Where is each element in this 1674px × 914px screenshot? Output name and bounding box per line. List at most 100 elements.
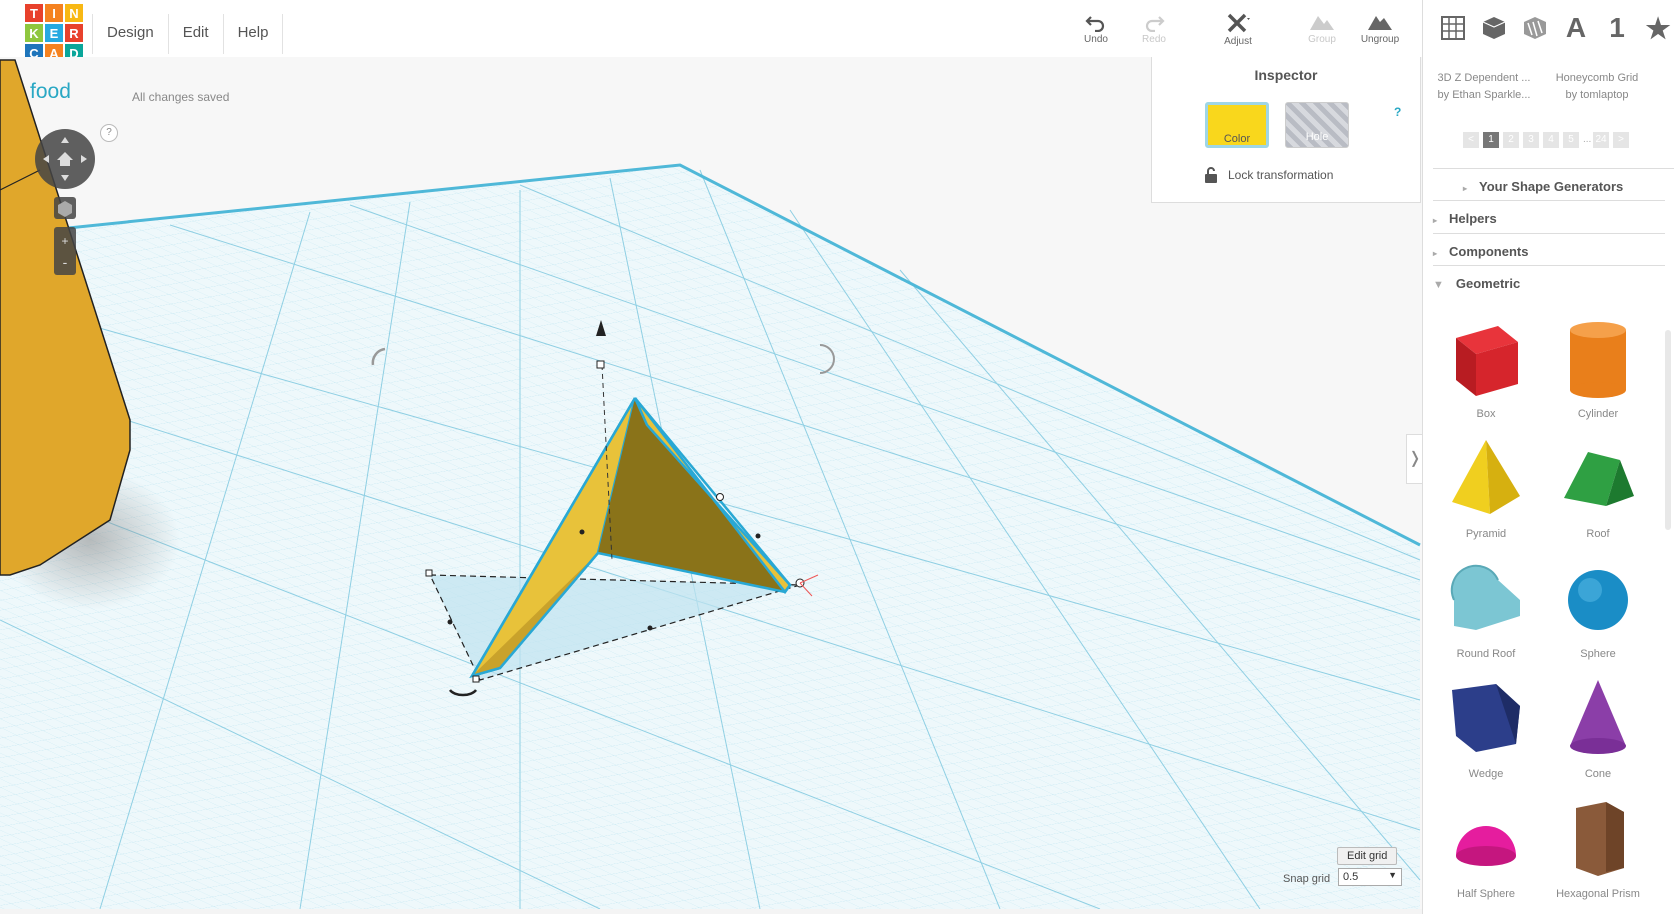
featured-title: 3D Z Dependent ...	[1437, 72, 1531, 84]
snap-grid-label: Snap grid	[1283, 873, 1331, 885]
redo-button[interactable]: Redo	[1124, 12, 1184, 45]
wedge-shape-icon	[1452, 684, 1520, 752]
ungroup-label: Ungroup	[1360, 34, 1400, 45]
box-category-icon[interactable]	[1480, 12, 1508, 44]
shape-label: Wedge	[1468, 768, 1504, 780]
section-label: Your Shape Generators	[1479, 179, 1624, 194]
pager-page-1[interactable]: 1	[1483, 132, 1499, 148]
shape-cone[interactable]: Cone	[1543, 676, 1653, 780]
chevron-right-icon: ▸	[1433, 216, 1438, 225]
snap-grid-select[interactable]: 0.5 ▼	[1338, 868, 1402, 886]
logo-letter: T	[25, 4, 43, 22]
undo-button[interactable]: Undo	[1066, 12, 1126, 45]
lock-label: Lock transformation	[1228, 168, 1334, 182]
section-components[interactable]: ▸ Components	[1433, 233, 1665, 259]
project-title[interactable]: food	[30, 80, 71, 104]
section-your-shape-generators[interactable]: ▸ Your Shape Generators	[1433, 168, 1674, 194]
hole-category-icon[interactable]	[1521, 12, 1549, 44]
featured-title: Honeycomb Grid	[1555, 72, 1639, 84]
star-icon[interactable]: ★	[1644, 12, 1672, 44]
tinkercad-logo[interactable]: T I N K E R C A D	[25, 4, 85, 64]
shape-label: Cone	[1584, 768, 1612, 780]
shapes-sidebar: A 1 ★ 3D Z Dependent ... by Ethan Sparkl…	[1422, 0, 1674, 914]
snap-grid-value: 0.5	[1343, 871, 1359, 883]
edit-grid-button[interactable]: Edit grid	[1337, 847, 1398, 865]
shape-roof[interactable]: Roof	[1543, 436, 1653, 540]
featured-item[interactable]: 3D Z Dependent ... by Ethan Sparkle...	[1429, 70, 1539, 104]
sidebar-collapse-toggle[interactable]: ❭	[1406, 434, 1423, 484]
shape-sphere[interactable]: Sphere	[1543, 556, 1653, 660]
group-label: Group	[1308, 34, 1336, 45]
shape-round-roof[interactable]: Round Roof	[1431, 556, 1541, 660]
main-menu: Design Edit Help	[92, 14, 284, 54]
adjust-icon	[1227, 13, 1250, 33]
adjust-label: Adjust	[1224, 36, 1252, 47]
group-button[interactable]: Group	[1292, 12, 1352, 45]
featured-author: by Ethan Sparkle...	[1437, 89, 1531, 101]
cylinder-shape-icon	[1570, 322, 1626, 398]
ungroup-icon	[1368, 16, 1392, 30]
shape-label: Hexagonal Prism	[1556, 888, 1640, 900]
workplane-icon[interactable]	[1439, 12, 1467, 44]
logo-letter: I	[45, 4, 63, 22]
shape-hexagonal-prism[interactable]: Hexagonal Prism	[1543, 796, 1653, 900]
nav-help-button[interactable]: ?	[100, 124, 118, 142]
featured-author: by tomlaptop	[1565, 89, 1629, 101]
pager-page-2[interactable]: 2	[1503, 132, 1519, 148]
svg-text:+: +	[61, 234, 68, 248]
number-icon[interactable]: 1	[1603, 12, 1631, 44]
save-status: All changes saved	[132, 90, 230, 104]
menu-design[interactable]: Design	[92, 14, 169, 54]
section-geometric[interactable]: ▼ Geometric	[1433, 265, 1665, 291]
round-roof-shape-icon	[1450, 564, 1520, 630]
ungroup-button[interactable]: Ungroup	[1350, 12, 1410, 45]
pager-page-3[interactable]: 3	[1523, 132, 1539, 148]
box-shape-icon	[1456, 326, 1518, 396]
chevron-right-icon: ▸	[1463, 184, 1468, 193]
svg-text:-: -	[63, 254, 68, 270]
chevron-down-icon: ▼	[1433, 279, 1444, 291]
lock-icon	[1205, 167, 1217, 183]
shape-label: Cylinder	[1577, 408, 1619, 420]
pager-ellipsis: ...	[1583, 134, 1592, 145]
adjust-button[interactable]: Adjust	[1208, 12, 1268, 47]
inspector-help-button[interactable]: ?	[1394, 105, 1401, 119]
shape-label: Half Sphere	[1456, 888, 1516, 900]
pager-next-button[interactable]: >	[1613, 132, 1629, 148]
hole-swatch-button[interactable]: Hole	[1285, 102, 1349, 148]
shape-box[interactable]: Box	[1431, 316, 1541, 420]
pager-page-5[interactable]: 5	[1563, 132, 1579, 148]
sidebar-category-icons: A 1 ★	[1439, 12, 1672, 44]
shape-half-sphere[interactable]: Half Sphere	[1431, 796, 1541, 900]
logo-letter: R	[65, 24, 83, 42]
shape-wedge[interactable]: Wedge	[1431, 676, 1541, 780]
redo-icon	[1145, 16, 1165, 32]
pager-page-last[interactable]: 24	[1593, 132, 1609, 148]
undo-label: Undo	[1084, 34, 1108, 45]
menu-help[interactable]: Help	[224, 14, 284, 54]
pyramid-shape-icon	[1452, 440, 1520, 514]
shape-pyramid[interactable]: Pyramid	[1431, 436, 1541, 540]
group-icon	[1310, 16, 1334, 30]
view-navigation-control[interactable]: + -	[32, 127, 102, 277]
roof-shape-icon	[1564, 452, 1634, 506]
menu-edit[interactable]: Edit	[169, 14, 224, 54]
featured-pager: < 1 2 3 4 5 ... 24 >	[1463, 132, 1629, 148]
color-swatch-button[interactable]: Color	[1205, 102, 1269, 148]
sidebar-scrollbar[interactable]	[1665, 330, 1671, 530]
dropdown-arrow-icon: ▼	[1388, 870, 1397, 880]
undo-icon	[1085, 16, 1105, 32]
shape-label: Sphere	[1580, 648, 1616, 660]
shape-cylinder[interactable]: Cylinder	[1543, 316, 1653, 420]
pager-page-4[interactable]: 4	[1543, 132, 1559, 148]
logo-letter: E	[45, 24, 63, 42]
featured-item[interactable]: Honeycomb Grid by tomlaptop	[1542, 70, 1652, 104]
section-label: Helpers	[1449, 211, 1497, 226]
lock-transformation-toggle[interactable]: Lock transformation	[1204, 167, 1333, 183]
logo-letter: K	[25, 24, 43, 42]
pager-prev-button[interactable]: <	[1463, 132, 1479, 148]
section-helpers[interactable]: ▸ Helpers	[1433, 200, 1665, 226]
text-icon[interactable]: A	[1562, 12, 1590, 44]
redo-label: Redo	[1142, 34, 1166, 45]
shape-label: Pyramid	[1465, 528, 1507, 540]
